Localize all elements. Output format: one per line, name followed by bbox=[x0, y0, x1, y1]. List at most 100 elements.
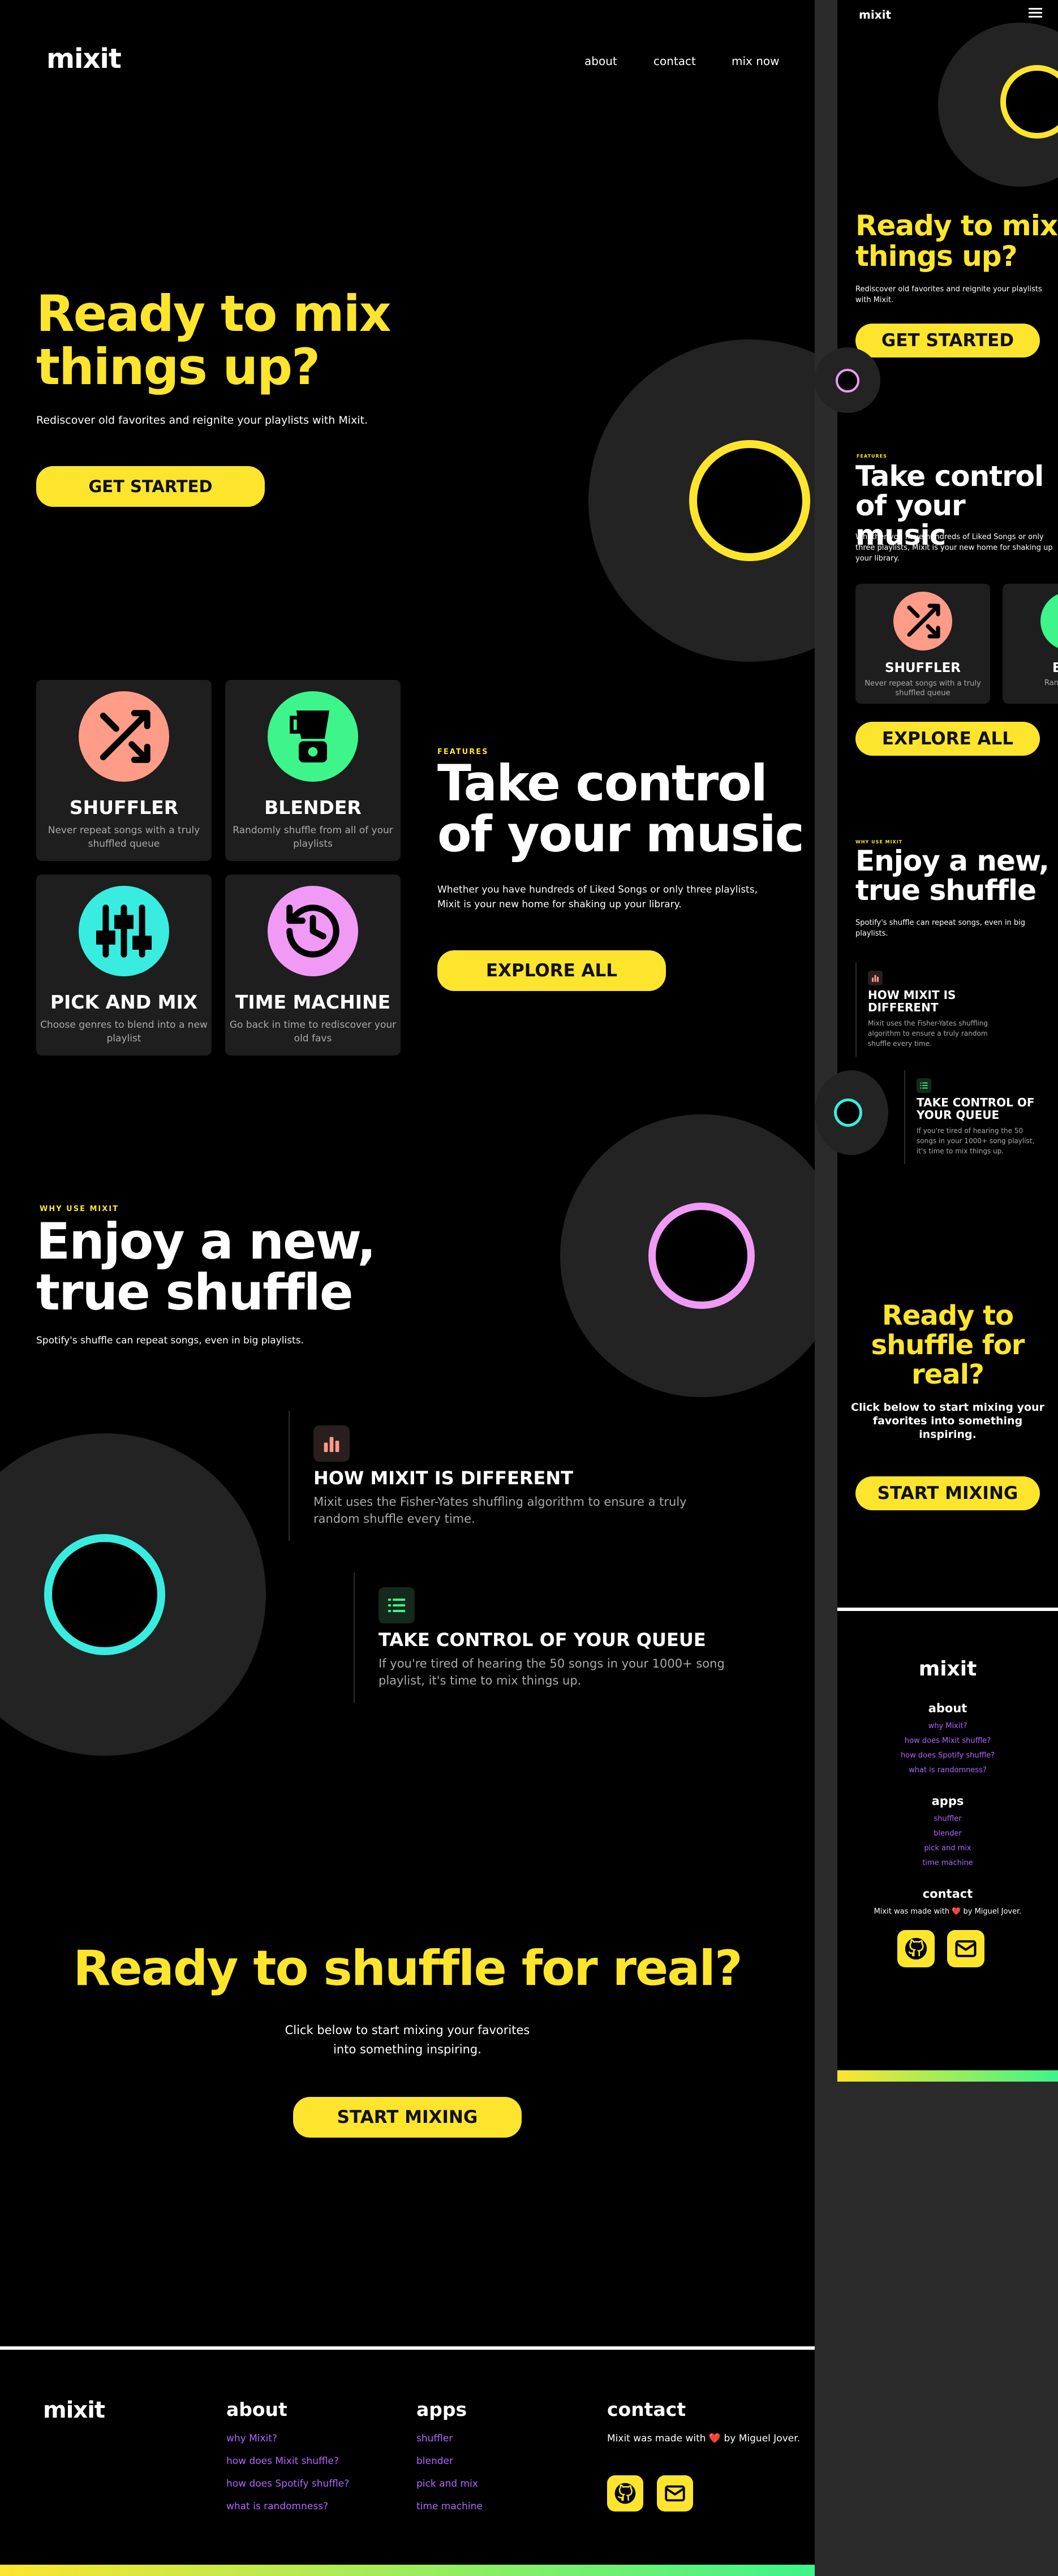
mobile-get-started-button[interactable]: GET STARTED bbox=[855, 324, 1040, 357]
mobile-start-mixing-button[interactable]: START MIXING bbox=[855, 1476, 1040, 1510]
card-title: TIME MACHINE bbox=[235, 991, 391, 1013]
mobile-cta-title: Ready to shuffle for real? bbox=[837, 1301, 1058, 1389]
github-icon[interactable] bbox=[607, 2475, 643, 2512]
mail-icon[interactable] bbox=[657, 2475, 693, 2512]
mobile-card-blender[interactable]: BL Randomly sh bbox=[1003, 584, 1058, 704]
blender-icon bbox=[1040, 592, 1058, 651]
footer-link[interactable]: how does Mixit shuffle? bbox=[837, 1737, 1058, 1751]
bar-chart-icon bbox=[313, 1425, 350, 1462]
why-item-different: HOW MIXIT IS DIFFERENT Mixit uses the Fi… bbox=[289, 1411, 719, 1541]
mobile-footer-logo[interactable]: mixit bbox=[837, 1657, 1058, 1681]
why-item-desc-line: If you're tired of hearing the 50 bbox=[917, 1127, 1023, 1135]
card-description: Randomly sh bbox=[1044, 679, 1058, 687]
feature-card-shuffler[interactable]: SHUFFLER Never repeat songs with a truly… bbox=[36, 680, 212, 861]
footer-link[interactable]: blender bbox=[837, 1829, 1058, 1844]
mobile-logo[interactable]: mixit bbox=[859, 8, 891, 21]
footer-gradient-bar bbox=[0, 2565, 815, 2576]
footer-link[interactable]: what is randomness? bbox=[226, 2501, 349, 2523]
mobile-cta-title-line: Ready to bbox=[881, 1300, 1014, 1332]
why-item-desc-line: If you're tired of hearing the 50 songs … bbox=[379, 1657, 725, 1670]
nav-contact[interactable]: contact bbox=[653, 54, 696, 68]
card-desc-line: playlist bbox=[106, 1033, 141, 1044]
mobile-features-eyebrow: FEATURES bbox=[857, 454, 887, 459]
get-started-button[interactable]: GET STARTED bbox=[36, 466, 265, 507]
why-item-desc-line: Mixit uses the Fisher-Yates shuffling bbox=[868, 1019, 988, 1027]
why-item-title-line: YOUR QUEUE bbox=[917, 1108, 1000, 1122]
footer-link[interactable]: time machine bbox=[837, 1859, 1058, 1873]
feature-card-pick-and-mix[interactable]: PICK AND MIX Choose genres to blend into… bbox=[36, 875, 212, 1056]
why-item-title: TAKE CONTROL OF YOUR QUEUE bbox=[379, 1629, 706, 1651]
mobile-hero-sub-line: Rediscover old favorites and reignite yo… bbox=[855, 285, 1042, 294]
mobile-why-item-queue: TAKE CONTROL OF YOUR QUEUE If you're tir… bbox=[904, 1070, 1058, 1164]
card-title: BLENDER bbox=[264, 796, 362, 819]
footer-contact-text: Mixit was made with ❤️ by Miguel Jover. bbox=[874, 1907, 1022, 1916]
footer-link[interactable]: how does Mixit shuffle? bbox=[226, 2456, 349, 2478]
footer-link[interactable]: how does Spotify shuffle? bbox=[226, 2478, 349, 2501]
footer-contact-text: Mixit was made with ❤️ by Miguel Jover. bbox=[607, 2433, 801, 2444]
menu-icon[interactable] bbox=[1029, 8, 1042, 18]
vinyl-ring-pink bbox=[648, 1203, 755, 1309]
footer-link[interactable]: pick and mix bbox=[416, 2478, 483, 2501]
blender-icon bbox=[268, 691, 358, 782]
mobile-footer-gradient-bar bbox=[837, 2070, 1058, 2082]
footer-link[interactable]: why Mixit? bbox=[226, 2433, 349, 2456]
footer-link[interactable]: time machine bbox=[416, 2501, 483, 2523]
card-desc-line: Never repeat songs with a truly bbox=[865, 679, 981, 688]
mobile-why-title-line: true shuffle bbox=[855, 874, 1037, 907]
why-title-line2: true shuffle bbox=[36, 1263, 354, 1321]
footer-about: about why Mixit? how does Mixit shuffle?… bbox=[226, 2398, 349, 2523]
card-description: Never repeat songs with a truly shuffled… bbox=[855, 679, 990, 698]
footer-link[interactable]: shuffler bbox=[837, 1815, 1058, 1829]
card-title: SHUFFLER bbox=[69, 796, 179, 819]
card-desc-line: Never repeat songs with a truly bbox=[48, 825, 200, 836]
mobile-hero-title-line: Ready to mix bbox=[855, 209, 1058, 242]
nav-about[interactable]: about bbox=[584, 54, 617, 68]
vinyl-ring-cyan bbox=[834, 1099, 862, 1127]
card-desc-line: shuffled queue bbox=[895, 689, 951, 697]
why-item-title-line: DIFFERENT bbox=[868, 1001, 939, 1014]
footer-link[interactable]: how does Spotify shuffle? bbox=[837, 1751, 1058, 1766]
hero-title-line2: things up? bbox=[36, 338, 320, 396]
card-description: Go back in time to rediscover your old f… bbox=[225, 1018, 401, 1045]
mobile-why-title: Enjoy a new, true shuffle bbox=[855, 846, 1050, 907]
nav-mix-now[interactable]: mix now bbox=[732, 54, 780, 68]
vinyl-ring-cyan bbox=[44, 1534, 165, 1655]
why-title-line1: Enjoy a new, bbox=[36, 1212, 376, 1270]
desktop-view: mixit about contact mix now Ready to mix… bbox=[0, 0, 815, 2576]
footer-about-heading: about bbox=[226, 2398, 287, 2420]
mobile-card-shuffler[interactable]: SHUFFLER Never repeat songs with a truly… bbox=[855, 584, 990, 704]
mobile-feat-desc-line: your library. bbox=[855, 554, 900, 563]
card-desc-line: old favs bbox=[294, 1033, 332, 1044]
mobile-why-subtitle: Spotify's shuffle can repeat songs, even… bbox=[855, 917, 1025, 939]
footer-link[interactable]: what is randomness? bbox=[837, 1766, 1058, 1781]
explore-all-button[interactable]: EXPLORE ALL bbox=[437, 950, 666, 991]
mail-icon[interactable] bbox=[947, 1930, 984, 1967]
mobile-features-description: Whether you have hundreds of Liked Songs… bbox=[855, 532, 1053, 564]
feature-card-blender[interactable]: BLENDER Randomly shuffle from all of you… bbox=[225, 680, 401, 861]
github-icon[interactable] bbox=[897, 1930, 935, 1967]
vinyl-ring-yellow bbox=[689, 440, 810, 561]
card-desc-line: Go back in time to rediscover your bbox=[229, 1019, 397, 1031]
footer-link[interactable]: why Mixit? bbox=[837, 1722, 1058, 1737]
footer-apps: apps shuffler blender pick and mix time … bbox=[416, 2398, 483, 2523]
why-item-title: HOW MIXIT IS DIFFERENT bbox=[313, 1467, 573, 1489]
logo[interactable]: mixit bbox=[46, 43, 122, 75]
footer-link[interactable]: shuffler bbox=[416, 2433, 483, 2456]
mobile-explore-all-button[interactable]: EXPLORE ALL bbox=[855, 722, 1040, 756]
sliders-icon bbox=[79, 886, 169, 976]
feature-card-time-machine[interactable]: TIME MACHINE Go back in time to rediscov… bbox=[225, 875, 401, 1056]
features-desc-line: Mixit is your new home for shaking up yo… bbox=[437, 899, 682, 910]
start-mixing-button[interactable]: START MIXING bbox=[293, 2097, 522, 2138]
footer-contact: contact Mixit was made with ❤️ by Miguel… bbox=[607, 2398, 801, 2512]
mobile-cta-subtitle: Click below to start mixing your favorit… bbox=[837, 1401, 1058, 1441]
cta-subtitle-line: Click below to start mixing your favorit… bbox=[285, 2023, 530, 2037]
footer-link[interactable]: blender bbox=[416, 2456, 483, 2478]
card-desc-line: playlists bbox=[293, 838, 333, 850]
why-item-title-line: HOW MIXIT IS bbox=[868, 988, 956, 1002]
why-item-desc: If you're tired of hearing the 50 songs … bbox=[917, 1126, 1034, 1156]
footer-logo[interactable]: mixit bbox=[43, 2397, 105, 2423]
footer-link[interactable]: pick and mix bbox=[837, 1844, 1058, 1859]
card-desc-line: Choose genres to blend into a new bbox=[40, 1019, 208, 1031]
why-item-title: HOW MIXIT IS DIFFERENT bbox=[868, 989, 956, 1014]
mobile-cta-title-line: shuffle for bbox=[871, 1329, 1025, 1361]
